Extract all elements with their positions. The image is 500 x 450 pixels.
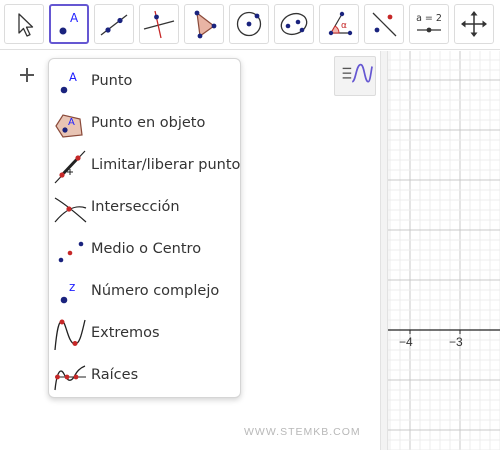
- polygon-icon: [194, 10, 217, 39]
- menu-item-label: Punto en objeto: [91, 115, 206, 131]
- menu-item-interseccion[interactable]: Intersección: [49, 187, 240, 229]
- point-glyph: A: [69, 70, 77, 84]
- slider-icon: a = 2: [416, 13, 442, 33]
- tool-move[interactable]: [4, 4, 44, 44]
- tool-move-view[interactable]: [454, 4, 494, 44]
- menu-item-extremos[interactable]: Extremos: [49, 313, 240, 355]
- add-input-button[interactable]: [16, 63, 38, 87]
- slider-glyph: a = 2: [416, 13, 442, 24]
- coordinate-grid: [388, 51, 500, 450]
- point-glyph: A: [70, 11, 79, 25]
- menu-item-raices[interactable]: Raíces: [49, 355, 240, 397]
- complex-number-icon: z: [53, 276, 87, 310]
- reflect-icon: [372, 12, 397, 37]
- style-bar-toggle-button[interactable]: [334, 56, 376, 96]
- watermark: WWW.STEMKB.COM: [244, 426, 361, 438]
- line-icon: [100, 14, 128, 36]
- tool-slider[interactable]: a = 2: [409, 4, 449, 44]
- tool-reflect[interactable]: [364, 4, 404, 44]
- tool-angle[interactable]: α: [319, 4, 359, 44]
- graphics-view[interactable]: −4 −3: [388, 51, 500, 450]
- menu-item-punto-en-objeto[interactable]: A Punto en objeto: [49, 103, 240, 145]
- angle-glyph: α: [341, 21, 347, 31]
- menu-item-label: Número complejo: [91, 283, 220, 299]
- tool-point[interactable]: A: [49, 4, 89, 44]
- angle-icon: α: [328, 11, 353, 36]
- midpoint-icon: [53, 234, 87, 268]
- point-icon: A: [53, 66, 87, 100]
- roots-icon: [53, 360, 87, 394]
- menu-item-label: Intersección: [91, 199, 180, 215]
- graph-style-icon: [342, 63, 373, 83]
- complex-glyph: z: [69, 280, 75, 294]
- menu-item-medio-o-centro[interactable]: Medio o Centro: [49, 229, 240, 271]
- point-on-object-glyph: A: [68, 117, 75, 128]
- point-on-object-icon: A: [53, 108, 87, 142]
- view-divider[interactable]: [380, 51, 388, 450]
- menu-item-label: Limitar/liberar punto: [91, 157, 241, 173]
- x-tick-label-neg3: −3: [449, 335, 463, 349]
- point-tools-menu: A Punto A Punto en objeto Limitar/libera…: [48, 58, 241, 398]
- perpendicular-line-icon: [143, 10, 175, 39]
- menu-item-numero-complejo[interactable]: z Número complejo: [49, 271, 240, 313]
- x-tick-label-neg4: −4: [399, 335, 413, 349]
- menu-item-punto[interactable]: A Punto: [49, 61, 240, 103]
- menu-item-label: Extremos: [91, 325, 160, 341]
- point-icon: A: [59, 11, 79, 35]
- tool-ellipse[interactable]: [274, 4, 314, 44]
- tool-line[interactable]: [94, 4, 134, 44]
- attach-detach-point-icon: [53, 150, 87, 184]
- extremum-icon: [53, 318, 87, 352]
- menu-item-label: Medio o Centro: [91, 241, 202, 257]
- ellipse-icon: [280, 12, 308, 36]
- tool-circle[interactable]: [229, 4, 269, 44]
- tool-polygon[interactable]: [184, 4, 224, 44]
- toolbar: A α a = 2: [0, 0, 500, 50]
- intersect-icon: [53, 192, 87, 226]
- menu-item-limitar-liberar-punto[interactable]: Limitar/liberar punto: [49, 145, 240, 187]
- move-view-icon: [461, 11, 487, 37]
- menu-item-label: Raíces: [91, 367, 139, 383]
- move-arrow-icon: [18, 13, 34, 37]
- tool-perpendicular[interactable]: [139, 4, 179, 44]
- menu-item-label: Punto: [91, 73, 133, 89]
- circle-icon: [236, 11, 262, 37]
